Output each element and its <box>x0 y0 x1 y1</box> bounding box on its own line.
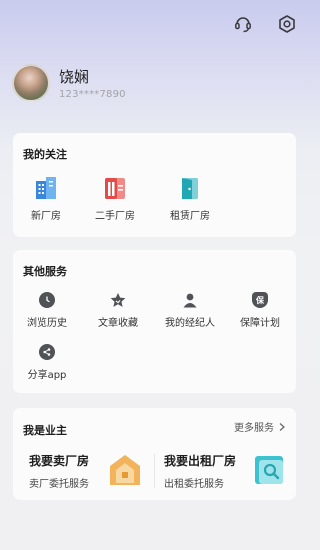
username: 饶娴 <box>59 67 90 86</box>
chevron-right-icon <box>279 422 285 431</box>
follow-item-used-factory[interactable]: 二手厂房 <box>85 175 145 222</box>
person-icon <box>182 292 198 308</box>
sell-factory-entry[interactable]: 我要卖厂房 卖厂委托服务 <box>29 452 89 490</box>
follow-item-rental-factory[interactable]: 租赁厂房 <box>160 175 220 222</box>
more-services-label: 更多服务 <box>234 423 274 434</box>
service-item-history[interactable]: 浏览历史 <box>14 292 80 329</box>
service-item-share[interactable]: 分享app <box>14 344 80 381</box>
clock-icon <box>39 292 55 308</box>
owner-divider <box>154 454 155 488</box>
follow-label: 二手厂房 <box>95 211 135 222</box>
service-item-favorites[interactable]: 文章收藏 <box>85 292 151 329</box>
top-bar <box>231 12 299 36</box>
rent-search-icon <box>255 456 283 484</box>
sell-subtitle: 卖厂委托服务 <box>29 479 89 490</box>
service-label: 保障计划 <box>240 318 280 329</box>
shield-icon: 保 <box>252 292 268 308</box>
follow-title: 我的关注 <box>23 148 67 161</box>
follow-card: 我的关注 新厂房 二手厂房 租赁厂房 <box>13 133 296 237</box>
rent-factory-entry[interactable]: 我要出租厂房 出租委托服务 <box>164 452 236 490</box>
more-services-link[interactable]: 更多服务 <box>234 419 286 434</box>
owner-card: 我是业主 更多服务 我要卖厂房 卖厂委托服务 我要出租厂房 出租委托服务 <box>13 408 296 500</box>
factory-icon <box>105 178 125 199</box>
avatar[interactable] <box>12 64 50 102</box>
settings-icon[interactable] <box>275 12 299 36</box>
service-item-protection[interactable]: 保 保障计划 <box>227 292 293 329</box>
building-icon <box>36 177 56 199</box>
services-card: 其他服务 浏览历史 文章收藏 我的经纪人 保 保障计划 分享app <box>13 250 296 393</box>
star-icon <box>110 292 126 308</box>
share-icon <box>39 344 55 360</box>
profile-header[interactable]: 饶娴 123****7890 <box>12 64 126 102</box>
follow-item-new-factory[interactable]: 新厂房 <box>16 175 76 222</box>
house-sale-icon <box>110 455 140 485</box>
phone-number: 123****7890 <box>59 88 126 100</box>
service-label: 分享app <box>27 370 67 381</box>
owner-title: 我是业主 <box>23 424 67 437</box>
door-icon <box>182 178 198 199</box>
rent-subtitle: 出租委托服务 <box>164 479 224 490</box>
services-title: 其他服务 <box>23 265 67 278</box>
rent-title: 我要出租厂房 <box>164 454 237 468</box>
service-label: 浏览历史 <box>27 318 67 329</box>
service-label: 文章收藏 <box>98 318 138 329</box>
follow-label: 新厂房 <box>31 211 61 222</box>
headset-icon[interactable] <box>231 12 255 36</box>
service-label: 我的经纪人 <box>165 318 215 329</box>
follow-label: 租赁厂房 <box>170 211 210 222</box>
service-item-agent[interactable]: 我的经纪人 <box>157 292 223 329</box>
sell-title: 我要卖厂房 <box>29 454 90 468</box>
